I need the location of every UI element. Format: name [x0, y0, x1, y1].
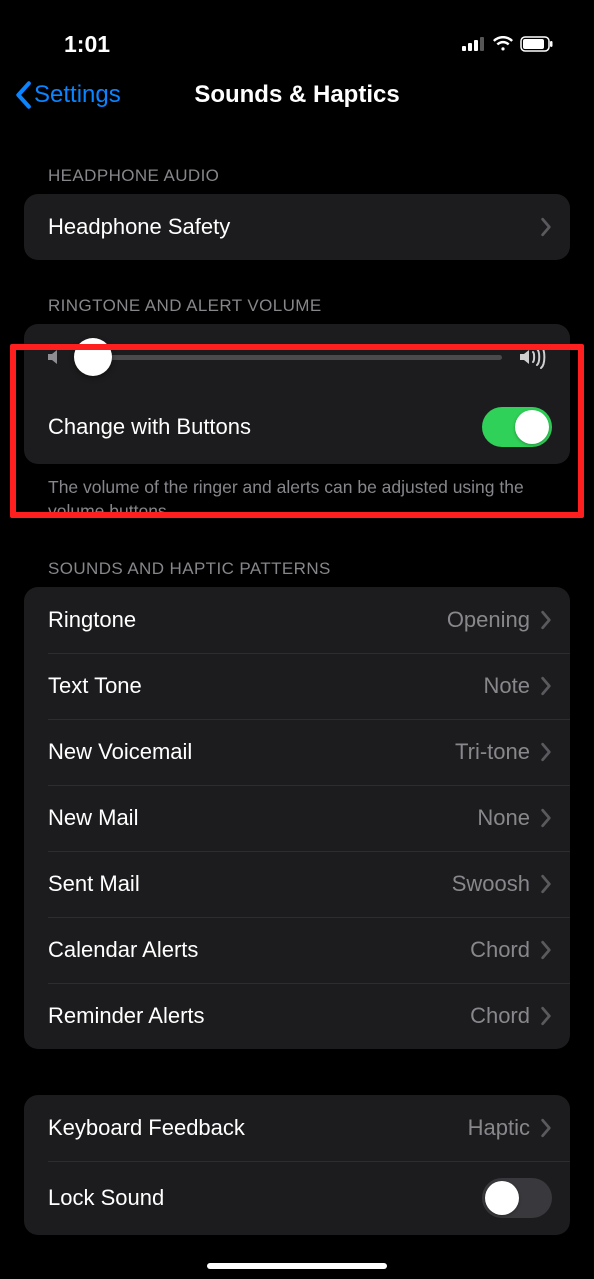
row-reminder-alerts[interactable]: Reminder Alerts Chord	[24, 983, 570, 1049]
row-label: Calendar Alerts	[48, 937, 198, 963]
row-label: Lock Sound	[48, 1185, 164, 1211]
group-headphone: Headphone Safety	[24, 194, 570, 260]
row-value: Opening	[447, 607, 530, 633]
row-label: Reminder Alerts	[48, 1003, 205, 1029]
chevron-right-icon	[540, 676, 552, 696]
toggle-knob	[515, 410, 549, 444]
nav-bar: Settings Sounds & Haptics	[0, 60, 594, 124]
row-lock-sound: Lock Sound	[24, 1161, 570, 1235]
row-value: Chord	[470, 1003, 530, 1029]
row-value: None	[477, 805, 530, 831]
toggle-knob	[485, 1181, 519, 1215]
row-label: New Voicemail	[48, 739, 192, 765]
chevron-right-icon	[540, 217, 552, 237]
chevron-right-icon	[540, 1006, 552, 1026]
home-indicator[interactable]	[207, 1263, 387, 1269]
battery-icon	[520, 36, 554, 52]
slider-thumb[interactable]	[74, 338, 112, 376]
chevron-right-icon	[540, 610, 552, 630]
row-new-voicemail[interactable]: New Voicemail Tri-tone	[24, 719, 570, 785]
section-header-ringer: RINGTONE AND ALERT VOLUME	[24, 260, 570, 324]
row-label: Text Tone	[48, 673, 142, 699]
chevron-left-icon	[14, 81, 32, 109]
row-text-tone[interactable]: Text Tone Note	[24, 653, 570, 719]
row-value: Chord	[470, 937, 530, 963]
chevron-right-icon	[540, 940, 552, 960]
row-label: Ringtone	[48, 607, 136, 633]
cellular-icon	[462, 37, 486, 51]
toggle-change-with-buttons[interactable]	[482, 407, 552, 447]
back-label: Settings	[34, 81, 121, 109]
row-keyboard-feedback[interactable]: Keyboard Feedback Haptic	[24, 1095, 570, 1161]
status-time: 1:01	[64, 31, 110, 58]
row-sent-mail[interactable]: Sent Mail Swoosh	[24, 851, 570, 917]
status-icons	[462, 36, 554, 52]
chevron-right-icon	[540, 808, 552, 828]
group-patterns: Ringtone Opening Text Tone Note New Voic…	[24, 587, 570, 1049]
row-ringtone[interactable]: Ringtone Opening	[24, 587, 570, 653]
row-label: Keyboard Feedback	[48, 1115, 245, 1141]
row-volume-slider	[24, 324, 570, 390]
section-footer-ringer: The volume of the ringer and alerts can …	[24, 464, 570, 523]
row-new-mail[interactable]: New Mail None	[24, 785, 570, 851]
volume-slider[interactable]	[80, 355, 502, 360]
row-label: Sent Mail	[48, 871, 140, 897]
chevron-right-icon	[540, 1118, 552, 1138]
chevron-right-icon	[540, 742, 552, 762]
row-value: Note	[484, 673, 530, 699]
section-header-patterns: SOUNDS AND HAPTIC PATTERNS	[24, 523, 570, 587]
row-value: Tri-tone	[455, 739, 530, 765]
wifi-icon	[492, 36, 514, 52]
status-bar: 1:01	[0, 0, 594, 60]
row-change-with-buttons: Change with Buttons	[24, 390, 570, 464]
back-button[interactable]: Settings	[14, 81, 121, 109]
row-headphone-safety[interactable]: Headphone Safety	[24, 194, 570, 260]
page-title: Sounds & Haptics	[194, 81, 399, 109]
group-system: Keyboard Feedback Haptic Lock Sound	[24, 1095, 570, 1235]
chevron-right-icon	[540, 874, 552, 894]
row-value: Swoosh	[452, 871, 530, 897]
toggle-lock-sound[interactable]	[482, 1178, 552, 1218]
row-label: Change with Buttons	[48, 414, 251, 440]
row-value: Haptic	[468, 1115, 530, 1141]
row-calendar-alerts[interactable]: Calendar Alerts Chord	[24, 917, 570, 983]
row-label: New Mail	[48, 805, 138, 831]
speaker-high-icon	[518, 345, 548, 369]
speaker-low-icon	[46, 346, 64, 368]
group-ringer: Change with Buttons	[24, 324, 570, 464]
section-header-headphone: HEADPHONE AUDIO	[24, 124, 570, 194]
row-label: Headphone Safety	[48, 214, 230, 240]
